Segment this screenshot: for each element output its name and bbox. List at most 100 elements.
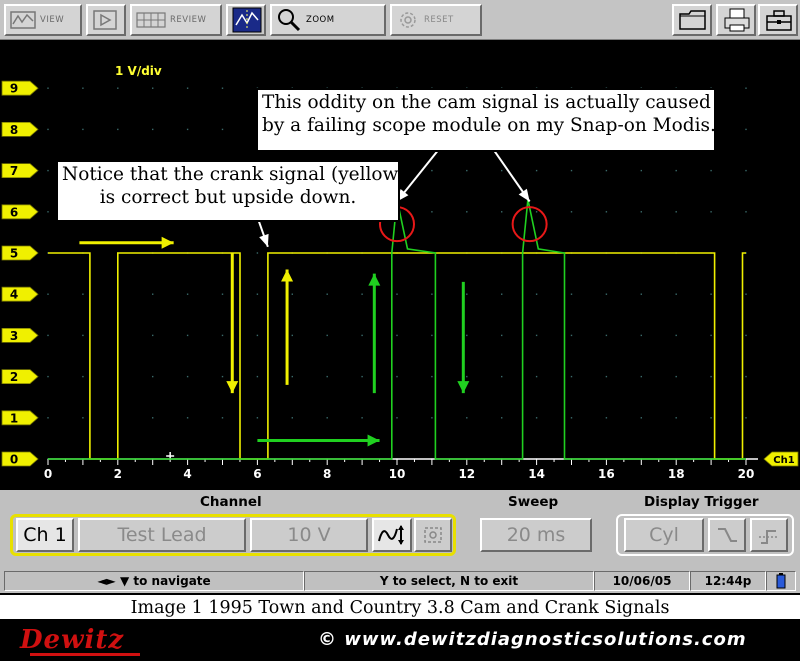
grid-dot	[326, 293, 328, 295]
channel-select-button[interactable]: Ch 1	[16, 518, 74, 552]
trigger-source-button[interactable]: Cyl	[624, 518, 704, 552]
channel-settings-button[interactable]	[414, 518, 452, 552]
view-button[interactable]: VIEW	[4, 4, 82, 36]
folder-button[interactable]	[672, 4, 712, 36]
grid-dot	[605, 417, 608, 419]
grid-dot	[117, 87, 119, 89]
grid-dot	[710, 169, 712, 172]
grid-dot	[361, 334, 363, 337]
crank-right-arrow-head	[161, 236, 174, 249]
grid-dot	[745, 375, 747, 378]
grid-dot	[326, 334, 328, 337]
polarity-button[interactable]	[372, 518, 412, 552]
grid-dot	[256, 375, 259, 378]
reset-icon	[400, 12, 416, 28]
grid-dot	[431, 334, 433, 337]
print-button[interactable]	[716, 4, 756, 36]
website-link[interactable]: © www.dewitzdiagnosticsolutions.com	[318, 629, 747, 650]
view-icon	[10, 11, 36, 29]
grid-dot	[221, 334, 224, 337]
toolbar: VIEW REVIEW ZOOM RESET	[0, 0, 800, 40]
dewitz-logo: Dewitz	[8, 625, 168, 657]
grid-dot	[640, 375, 642, 378]
grid-dot	[640, 417, 642, 419]
review-button[interactable]: REVIEW	[130, 4, 222, 36]
grid-dot	[466, 375, 468, 378]
crank-signal-trace	[48, 252, 746, 460]
y-axis-flag	[1, 163, 39, 178]
cam-callout-line1: This oddity on the cam signal is actuall…	[262, 92, 711, 113]
grid-dot	[675, 169, 677, 172]
cursor-button[interactable]	[226, 4, 266, 36]
grid-dot	[535, 375, 538, 378]
grid-dot	[501, 169, 503, 172]
scope-screen[interactable]: 0 1 2 3 4 5 6 7 8 9 0 2 4 6 8 10 12 14 16 18 20 Ch1 1 V/div T…	[0, 40, 800, 490]
logo-underline	[30, 653, 140, 656]
grid-dot	[186, 375, 189, 378]
grid-dot	[47, 169, 49, 172]
grid-dot	[82, 375, 84, 378]
grid-dot	[501, 375, 503, 378]
x-tick-label: 16	[598, 467, 615, 481]
grid-dot	[82, 87, 84, 89]
grid-dot	[221, 128, 224, 131]
grid-dot	[117, 128, 119, 131]
trigger-level-button[interactable]	[750, 518, 788, 552]
toolbox-icon	[766, 10, 792, 31]
grid-dot	[710, 375, 712, 378]
grid-dot	[501, 211, 503, 213]
grid-dot	[605, 169, 608, 172]
ch1-marker-label: Ch1	[773, 455, 794, 466]
play-button[interactable]	[86, 4, 126, 36]
grid-dot	[640, 334, 642, 337]
y-tick-label: 1	[10, 411, 18, 425]
cam-callout-line2: by a failing scope module on my Snap-on …	[262, 115, 716, 136]
grid-dot	[291, 375, 293, 378]
grid-dot	[152, 334, 154, 337]
grid-dot	[745, 128, 747, 131]
view-label: VIEW	[40, 15, 65, 25]
grid-dot	[256, 334, 259, 337]
grid-dot	[710, 417, 712, 419]
grid-dot	[396, 334, 398, 337]
sweep-group-title: Sweep	[508, 494, 559, 510]
reset-button[interactable]: RESET	[390, 4, 482, 36]
grid-dot	[152, 128, 154, 131]
x-tick-label: 6	[253, 467, 261, 481]
zoom-button[interactable]: ZOOM	[270, 4, 386, 36]
select-hint: Y to select, N to exit	[304, 571, 594, 591]
grid-dot	[535, 334, 538, 337]
grid-dot	[186, 293, 189, 295]
grid-dot	[640, 293, 642, 295]
grid-dot	[82, 417, 84, 419]
grid-dot	[186, 87, 189, 89]
sweep-button[interactable]: 20 ms	[480, 518, 592, 552]
grid-dot	[291, 417, 293, 419]
status-bar: ◄► ▼ to navigate Y to select, N to exit …	[4, 571, 800, 591]
status-time: 12:44p	[690, 571, 766, 591]
grid-dot	[256, 293, 259, 295]
grid-dot	[152, 417, 154, 419]
x-tick-label: 8	[323, 467, 331, 481]
grid-dot	[47, 375, 49, 378]
voltage-range-button[interactable]: 10 V	[250, 518, 368, 552]
grid-dot	[535, 169, 538, 172]
grid-dot	[675, 334, 677, 337]
test-lead-button[interactable]: Test Lead	[78, 518, 246, 552]
grid-dot	[675, 417, 677, 419]
x-tick-label: 10	[389, 467, 406, 481]
battery-indicator	[766, 571, 796, 591]
grid-dot	[186, 417, 189, 419]
x-tick-label: 2	[114, 467, 122, 481]
toolbox-button[interactable]	[758, 4, 798, 36]
grid-dot	[82, 293, 84, 295]
grid-dot	[745, 334, 747, 337]
falling-slope-icon	[718, 528, 737, 542]
crank-callout: Notice that the crank signal (yellow) is…	[56, 160, 406, 222]
cam-signal-trace	[48, 199, 746, 460]
grid-dot	[221, 293, 224, 295]
grid-dot	[291, 293, 293, 295]
trigger-slope-button[interactable]	[708, 518, 746, 552]
grid-dot	[361, 375, 363, 378]
grid-dot	[501, 334, 503, 337]
